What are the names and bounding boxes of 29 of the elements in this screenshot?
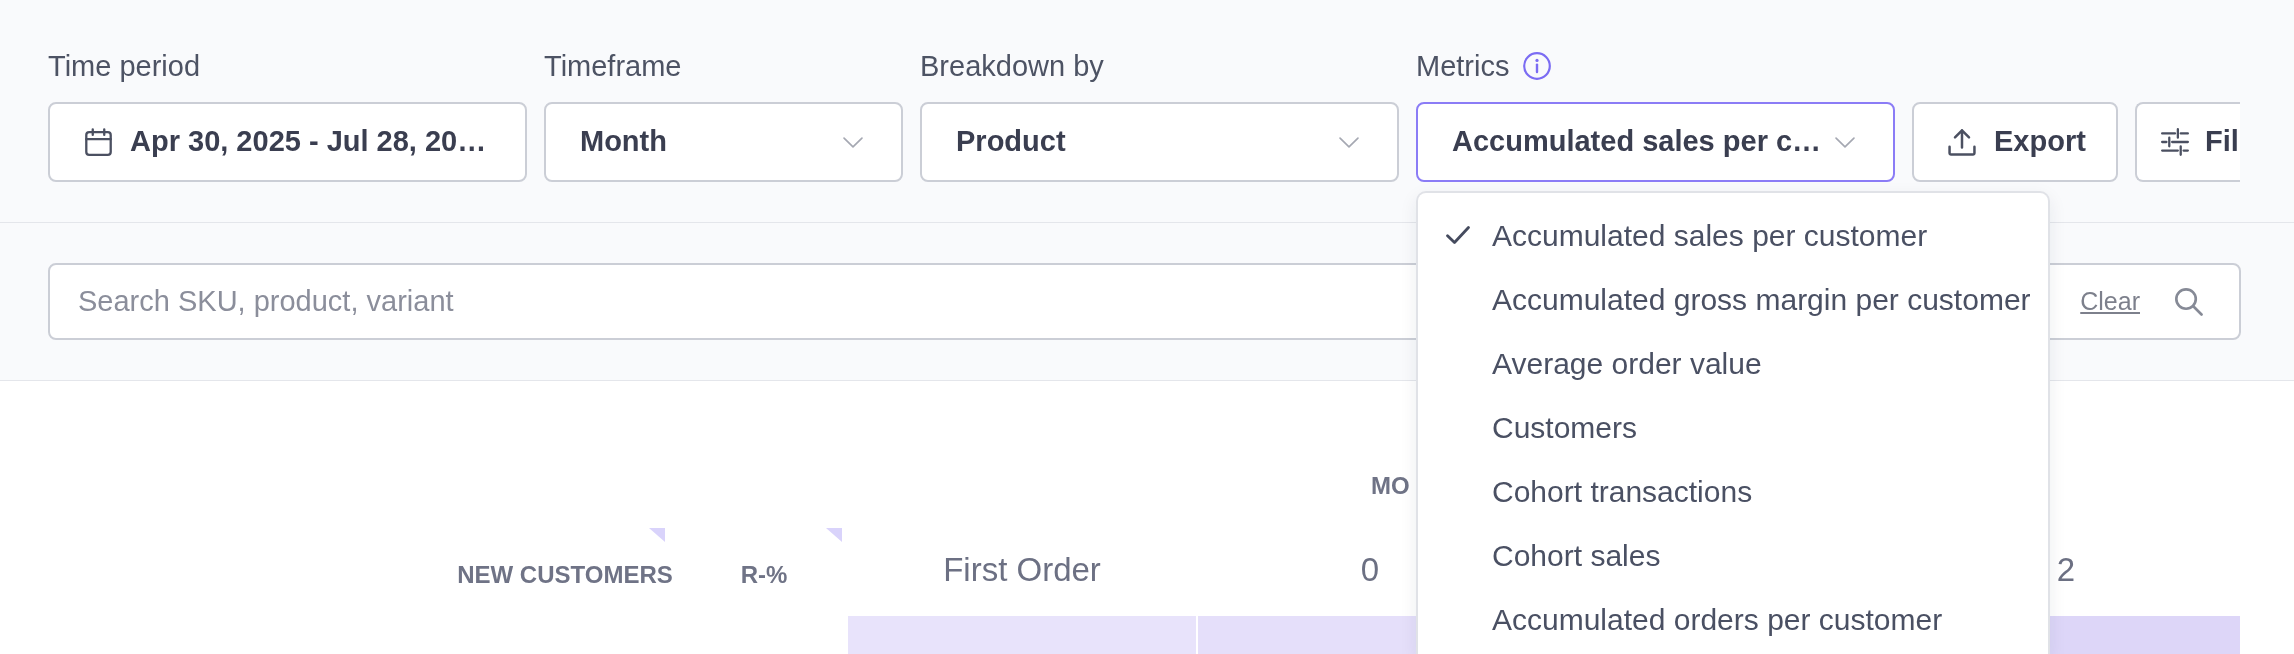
menu-item[interactable]: Cohort transactions <box>1418 459 2048 523</box>
filter-label: Timeframe <box>544 49 682 84</box>
menu-item[interactable]: Accumulated orders per customer <box>1418 587 2048 651</box>
chevron-down-icon <box>1835 136 1855 148</box>
column-header: NEW CUSTOMERS <box>457 560 673 590</box>
date-range-field[interactable]: Apr 30, 2025 - Jul 28, 20… <box>48 102 527 182</box>
search-icon <box>2175 287 2203 316</box>
menu-item[interactable]: Cohort sales <box>1418 523 2048 587</box>
upload-icon <box>1948 128 1976 156</box>
menu-item[interactable]: Accumulated gross margin per customer <box>1418 267 2048 331</box>
period-header: 2 <box>2056 550 2076 590</box>
period-header: 0 <box>1360 550 1380 590</box>
select-field[interactable]: Accumulated sales per c… <box>1416 102 1895 182</box>
filter-label: Metrics <box>1416 49 1510 84</box>
calendar-icon <box>85 128 112 156</box>
select-field[interactable]: Product <box>920 102 1399 182</box>
chevron-down-icon <box>843 136 863 148</box>
export-button[interactable]: Export <box>1912 102 2118 182</box>
column-header: R-% <box>740 560 788 590</box>
chevron-down-icon <box>1339 136 1359 148</box>
period-header: First Order <box>943 550 1101 590</box>
clear-link[interactable]: Clear <box>2080 282 2140 321</box>
column-group-header: MO <box>1371 472 1410 499</box>
filter-button[interactable]: Fil <box>2135 102 2240 182</box>
menu-item[interactable]: Customers <box>1418 395 2048 459</box>
select-field[interactable]: Month <box>544 102 903 182</box>
filter-label: Breakdown by <box>920 49 1104 84</box>
filter-label: Time period <box>48 49 201 84</box>
sliders-icon <box>2161 128 2189 156</box>
